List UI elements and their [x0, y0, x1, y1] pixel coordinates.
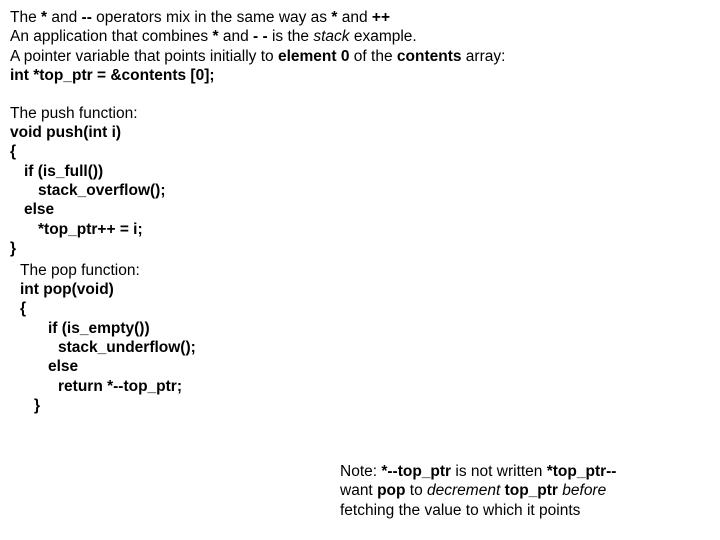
code-star-top-dec: *top_ptr--	[547, 463, 617, 480]
operator-decdec: --	[82, 9, 92, 26]
intro-paragraph: The * and -- operators mix in the same w…	[10, 8, 710, 86]
note-line-3: fetching the value to which it points	[340, 501, 700, 520]
push-else: else	[10, 200, 710, 219]
pop-else: else	[20, 357, 710, 376]
text-contents: contents	[397, 48, 462, 65]
operator-decdec: - -	[253, 28, 268, 45]
push-overflow: stack_overflow();	[10, 181, 710, 200]
note-line-2: want pop to decrement top_ptr before	[340, 481, 700, 500]
text: is not written	[451, 463, 547, 480]
intro-line-3: A pointer variable that points initially…	[10, 47, 710, 66]
push-brace-open: {	[10, 142, 710, 161]
push-block: The push function: void push(int i) { if…	[10, 104, 710, 259]
text: and	[47, 9, 81, 26]
push-title: The push function:	[10, 104, 710, 123]
text: example.	[350, 28, 417, 45]
intro-line-1: The * and -- operators mix in the same w…	[10, 8, 710, 27]
text-before: before	[562, 482, 606, 499]
text: The	[10, 9, 41, 26]
pop-brace-close: }	[20, 396, 710, 415]
document-page: The * and -- operators mix in the same w…	[0, 0, 720, 540]
text: of the	[349, 48, 396, 65]
text-element0: element 0	[278, 48, 350, 65]
pop-return: return *--top_ptr;	[20, 377, 710, 396]
text: is the	[268, 28, 314, 45]
note-line-1: Note: *--top_ptr is not written *top_ptr…	[340, 462, 700, 481]
text: An application that combines	[10, 28, 212, 45]
push-assign: *top_ptr++ = i;	[10, 220, 710, 239]
text-pop: pop	[377, 482, 405, 499]
text: want	[340, 482, 377, 499]
pop-underflow: stack_underflow();	[20, 338, 710, 357]
text: and	[219, 28, 253, 45]
text-decrement: decrement	[427, 482, 500, 499]
intro-code-line: int *top_ptr = &contents [0];	[10, 66, 710, 85]
push-brace-close: }	[10, 239, 710, 258]
text: A pointer variable that points initially…	[10, 48, 278, 65]
push-if: if (is_full())	[10, 162, 710, 181]
pop-brace-open: {	[20, 299, 710, 318]
pop-block: The pop function: int pop(void) { if (is…	[10, 261, 710, 416]
text: and	[337, 9, 371, 26]
side-note: Note: *--top_ptr is not written *top_ptr…	[340, 462, 700, 520]
code-star-dec-top: *--top_ptr	[381, 463, 451, 480]
text: to	[405, 482, 427, 499]
pop-title: The pop function:	[20, 261, 710, 280]
text: array:	[461, 48, 505, 65]
text-stack: stack	[313, 28, 349, 45]
text: operators mix in the same way as	[92, 9, 332, 26]
operator-incinc: ++	[372, 9, 390, 26]
push-signature: void push(int i)	[10, 123, 710, 142]
pop-if: if (is_empty())	[20, 319, 710, 338]
text-topptr: top_ptr	[505, 482, 558, 499]
pop-signature: int pop(void)	[20, 280, 710, 299]
intro-line-2: An application that combines * and - - i…	[10, 27, 710, 46]
text: Note:	[340, 463, 381, 480]
